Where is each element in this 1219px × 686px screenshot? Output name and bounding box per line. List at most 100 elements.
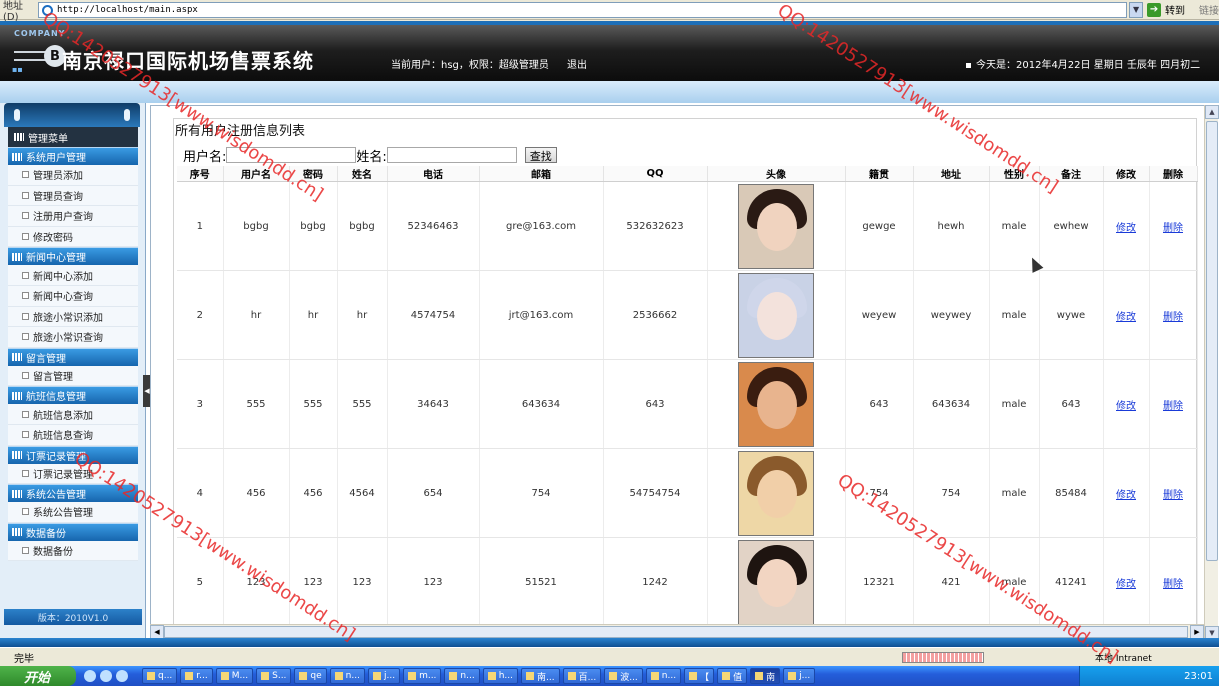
window-icon [788, 672, 797, 680]
sidebar-item[interactable]: 注册用户查询 [8, 206, 138, 227]
menu-group-header[interactable]: 留言管理 [8, 347, 138, 366]
edit-link[interactable]: 修改 [1116, 579, 1136, 590]
menu-group-header[interactable]: 系统公告管理 [8, 484, 138, 503]
taskbar-button[interactable]: 百... [562, 668, 602, 684]
taskbar-button[interactable]: M... [215, 668, 254, 684]
taskbar-button[interactable]: 【 [684, 668, 715, 684]
vertical-scrollbar[interactable]: ▲ ▼ [1204, 105, 1219, 640]
menu-group-header[interactable]: 订票记录管理 [8, 445, 138, 464]
cell-qq: 2536662 [603, 270, 708, 360]
sidebar-item-label: 注册用户查询 [33, 212, 93, 224]
cell-native: 12321 [845, 537, 914, 627]
cell-remark: ewhew [1039, 181, 1104, 271]
start-button[interactable]: 开始 [0, 666, 76, 686]
sidebar-item[interactable]: 新闻中心添加 [8, 265, 138, 286]
cell-name: 123 [337, 537, 388, 627]
scroll-left-icon[interactable]: ◀ [150, 625, 164, 639]
delete-link[interactable]: 删除 [1163, 312, 1183, 323]
scroll-right-icon[interactable]: ▶ [1190, 625, 1204, 639]
delete-link[interactable]: 删除 [1163, 579, 1183, 590]
edit-link[interactable]: 修改 [1116, 401, 1136, 412]
taskbar-button[interactable]: 值 [717, 668, 748, 684]
edit-cell: 修改 [1103, 359, 1150, 449]
cell-email: jrt@163.com [479, 270, 604, 360]
menu-group-header[interactable]: 航班信息管理 [8, 386, 138, 405]
cell-password: 456 [289, 448, 338, 538]
taskbar-button[interactable]: m... [403, 668, 442, 684]
menu-group-header[interactable]: 系统用户管理 [8, 147, 138, 165]
taskbar-button[interactable]: n... [444, 668, 480, 684]
cell-qq: 1242 [603, 537, 708, 627]
menu-group-label: 新闻中心管理 [26, 253, 86, 265]
cell-phone: 654 [387, 448, 480, 538]
taskbar-button[interactable]: h... [482, 668, 519, 684]
taskbar-button-label: n... [345, 671, 360, 681]
sidebar-item[interactable]: 管理员添加 [8, 165, 138, 186]
taskbar-button[interactable]: n... [329, 668, 365, 684]
cell-username: hr [223, 270, 290, 360]
quick-launch-icon[interactable] [116, 670, 128, 682]
taskbar-button[interactable]: 波... [604, 668, 643, 684]
cell-remark: 643 [1039, 359, 1104, 449]
edit-link[interactable]: 修改 [1116, 223, 1136, 234]
taskbar-button[interactable]: r... [180, 668, 213, 684]
name-search-input[interactable] [386, 147, 517, 163]
horizontal-scroll-thumb[interactable] [164, 626, 1188, 638]
go-button[interactable]: ➔ 转到 [1147, 2, 1185, 17]
taskbar-button[interactable]: j... [367, 668, 401, 684]
cell-qq: 532632623 [603, 181, 708, 271]
delete-link[interactable]: 删除 [1163, 490, 1183, 501]
window-icon [755, 672, 764, 680]
username-search-input[interactable] [226, 147, 357, 163]
sidebar-item[interactable]: 数据备份 [8, 540, 138, 562]
menu-group-header[interactable]: 数据备份 [8, 522, 138, 541]
logout-link[interactable]: 退出 [567, 56, 587, 71]
checkbox-bullet-icon [22, 271, 29, 279]
scroll-up-icon[interactable]: ▲ [1205, 105, 1219, 119]
sidebar-item[interactable]: 订票记录管理 [8, 463, 138, 485]
menu-group-header[interactable]: 新闻中心管理 [8, 247, 138, 266]
address-label: 地址(D) [3, 0, 23, 23]
url-dropdown-button[interactable]: ▼ [1129, 1, 1144, 18]
sidebar-item[interactable]: 留言管理 [8, 365, 138, 387]
avatar [738, 361, 814, 447]
sidebar-item[interactable]: 修改密码 [8, 226, 138, 248]
cell-remark: 85484 [1039, 448, 1104, 538]
quick-launch-icon[interactable] [84, 670, 96, 682]
sidebar-item[interactable]: 旅途小常识查询 [8, 327, 138, 348]
avatar-cell [707, 181, 846, 271]
sidebar-item[interactable]: 系统公告管理 [8, 502, 138, 523]
taskbar-button[interactable]: 南... [521, 668, 560, 684]
checkbox-bullet-icon [22, 333, 29, 341]
sidebar-item[interactable]: 旅途小常识添加 [8, 306, 138, 328]
cell-gender: male [989, 448, 1040, 538]
taskbar-button[interactable]: S... [256, 668, 292, 684]
ie-page-icon [41, 4, 53, 16]
edit-link[interactable]: 修改 [1116, 312, 1136, 323]
checkbox-bullet-icon [22, 372, 29, 380]
taskbar-button[interactable]: n... [645, 668, 682, 684]
taskbar-button[interactable]: qe [294, 668, 327, 684]
footer-band [0, 638, 1219, 647]
sidebar-item-label: 留言管理 [33, 372, 73, 384]
taskbar-button[interactable]: 南 [750, 668, 781, 684]
edit-link[interactable]: 修改 [1116, 490, 1136, 501]
sidebar-item[interactable]: 航班信息查询 [8, 424, 138, 446]
sidebar-item[interactable]: 管理员查询 [8, 185, 138, 207]
links-menu[interactable]: 链接 [1199, 2, 1219, 17]
taskbar-button[interactable]: q... [142, 668, 178, 684]
cell-no: 2 [177, 270, 224, 360]
delete-link[interactable]: 删除 [1163, 223, 1183, 234]
search-button[interactable]: 查找 [524, 147, 557, 163]
taskbar-button-label: 波... [620, 672, 638, 683]
url-input[interactable]: http://localhost/main.aspx [37, 1, 1128, 18]
taskbar-button[interactable]: j... [783, 668, 816, 684]
sidebar-item[interactable]: 航班信息添加 [8, 404, 138, 425]
sidebar-item[interactable]: 新闻中心查询 [8, 285, 138, 307]
quick-launch-icon[interactable] [100, 670, 112, 682]
horizontal-scrollbar[interactable]: ◀ ▶ [150, 624, 1204, 639]
column-header: 备注 [1039, 166, 1104, 182]
delete-link[interactable]: 删除 [1163, 401, 1183, 412]
window-icon [408, 672, 417, 680]
vertical-scroll-thumb[interactable] [1206, 121, 1218, 561]
